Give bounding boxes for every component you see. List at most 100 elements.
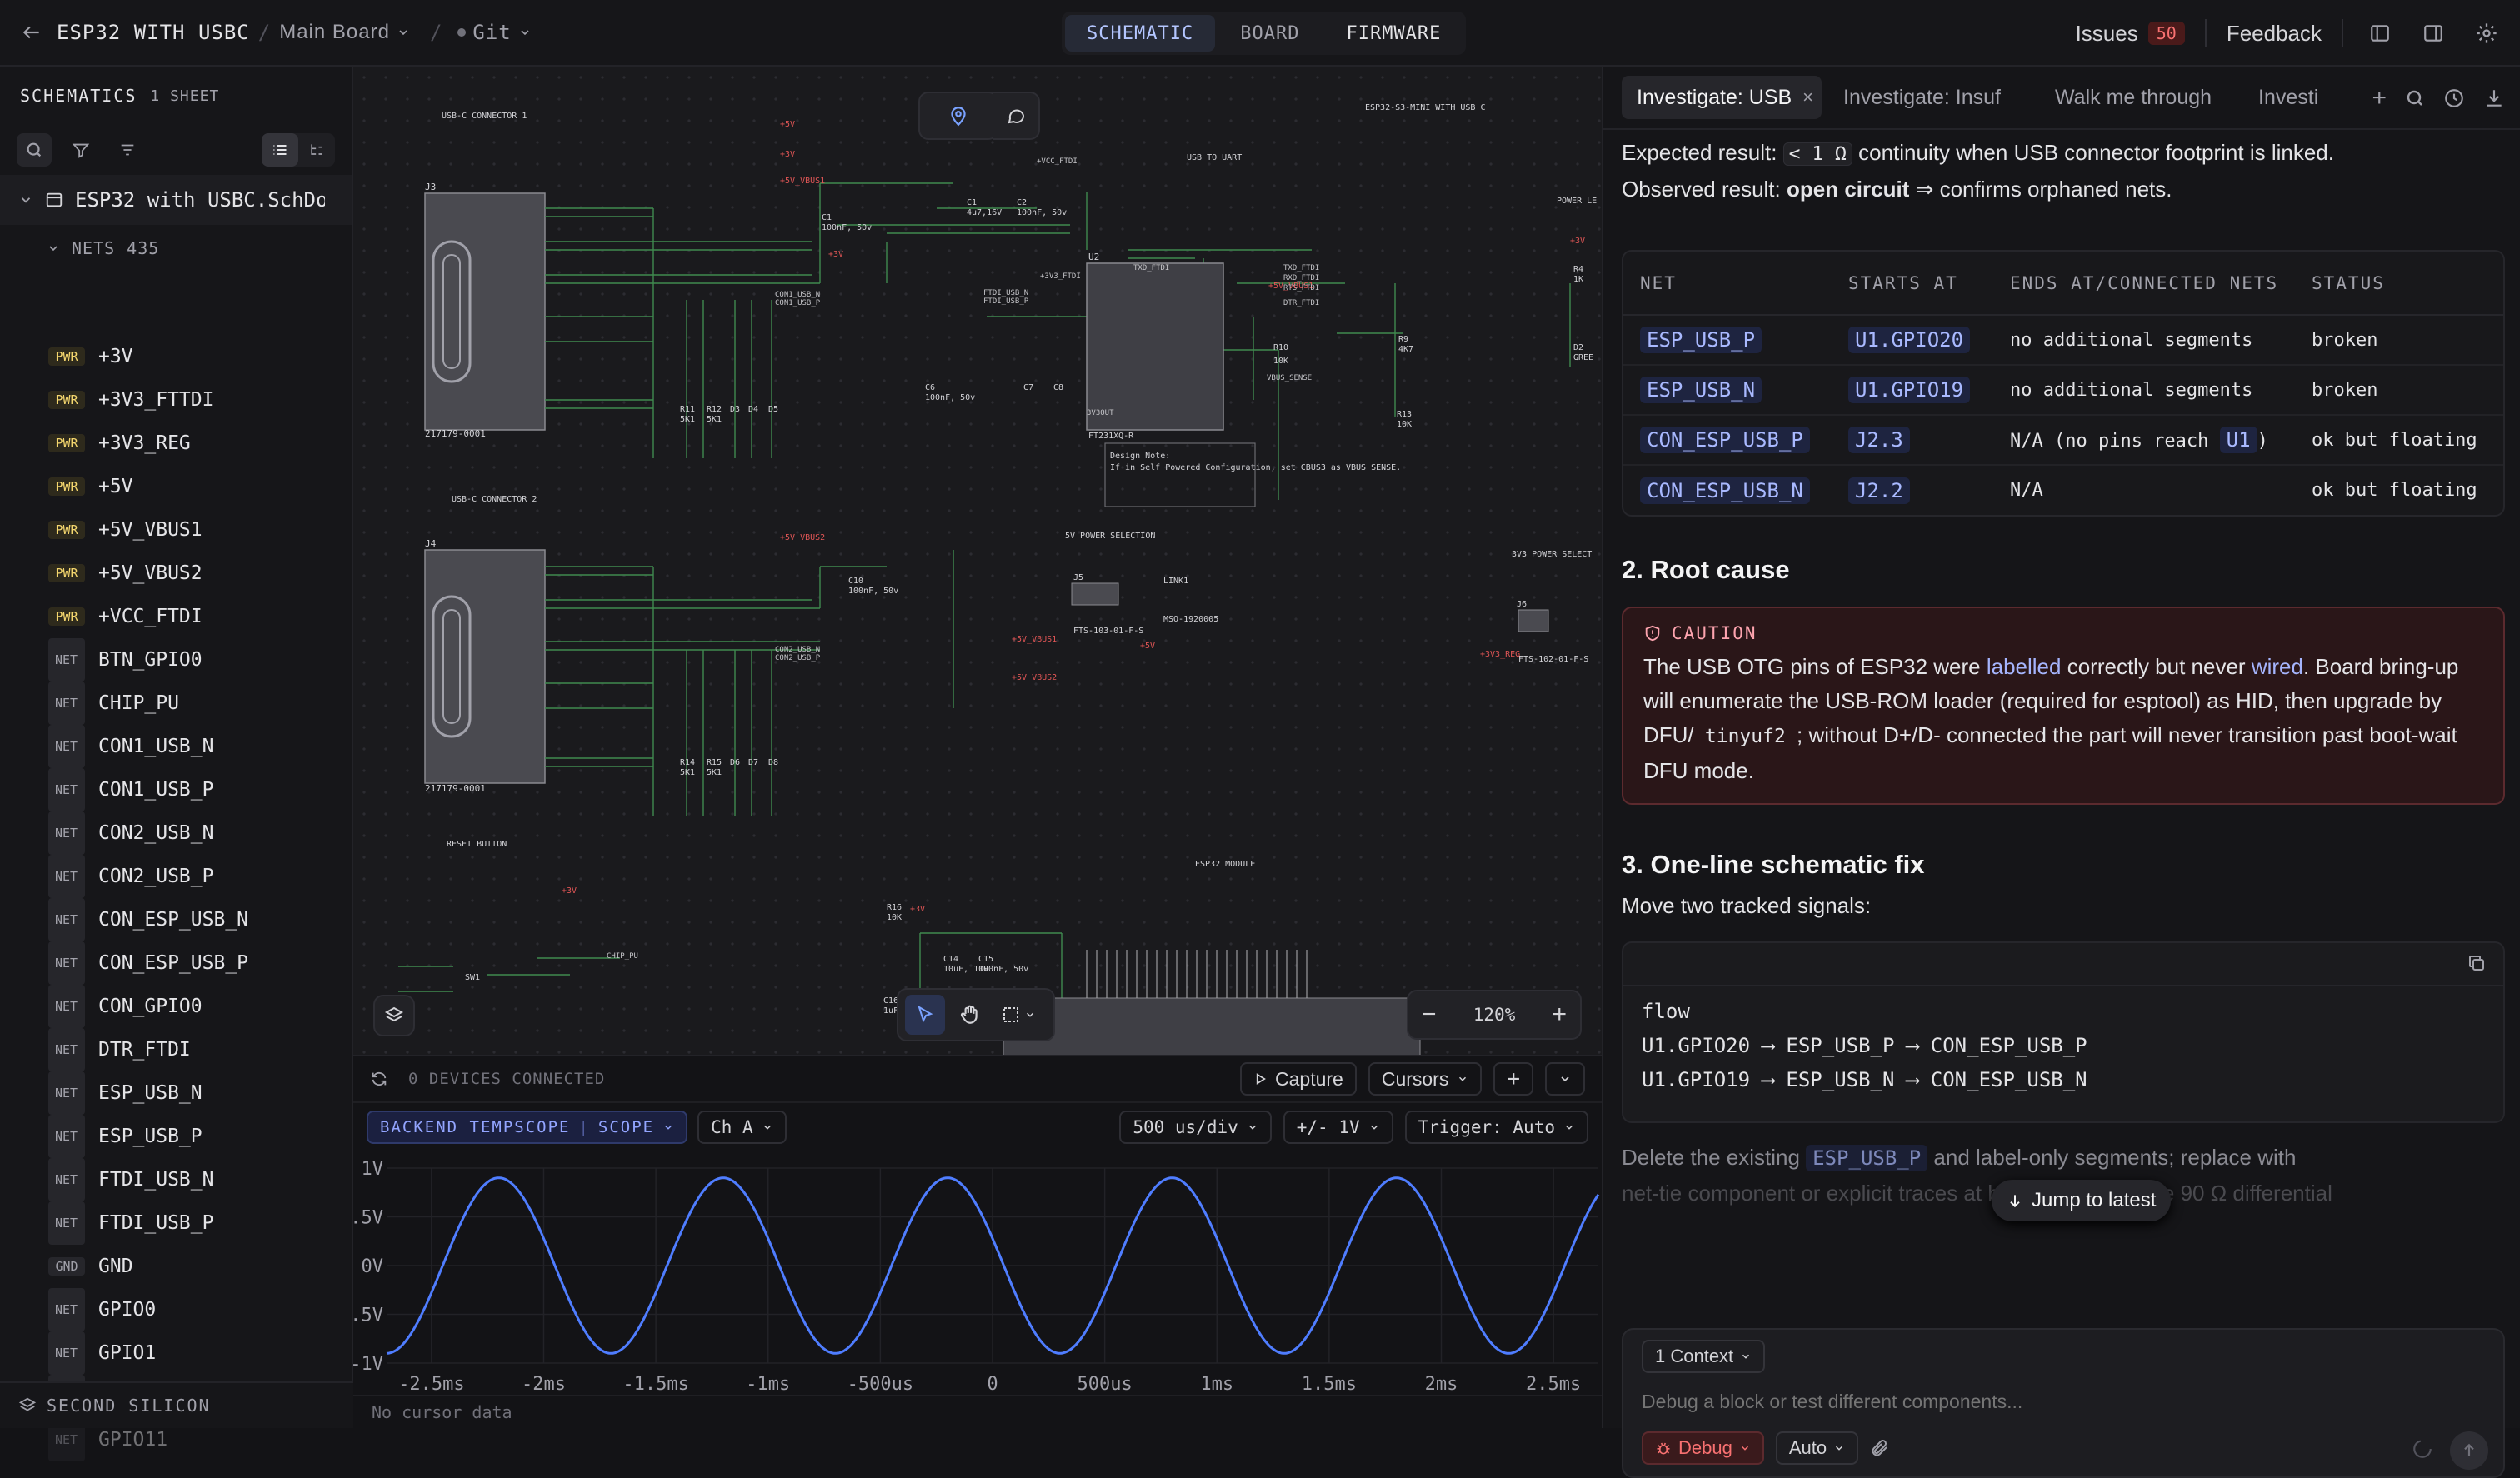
start-pin[interactable]: J2.2	[1848, 477, 1910, 504]
net-list-item[interactable]: PWR +5V_VBUS1	[0, 508, 353, 552]
new-tab-plus-icon[interactable]: +	[2372, 84, 2387, 112]
tree-view-button[interactable]	[298, 133, 335, 167]
net-list-item[interactable]: PWR +5V	[0, 465, 353, 508]
net-list-item[interactable]: NET CON1_USB_N	[0, 725, 353, 768]
add-channel-button[interactable]: +	[1493, 1062, 1533, 1096]
capture-button[interactable]: Capture	[1240, 1062, 1357, 1096]
net-list-item[interactable]: NET GPIO0	[0, 1288, 353, 1331]
net-list-item[interactable]: PWR +3V	[0, 335, 353, 378]
scope-waveform-chart[interactable]: 1V 0.5V 0V -0.5V -1V -2.5ms -2ms -1.5ms -1ms -500…	[353, 1151, 1602, 1396]
svg-text:CON1_USB_N: CON1_USB_N	[775, 291, 820, 299]
net-list-item[interactable]: NET GPIO1	[0, 1331, 353, 1375]
net-list-item[interactable]: NET CON2_USB_P	[0, 855, 353, 898]
net-name[interactable]: ESP_USB_P	[1640, 327, 1762, 353]
project-name[interactable]: ESP32 WITH USBC	[57, 21, 250, 44]
schematic-canvas[interactable]: USB-C CONNECTOR 1 J3 217179-0001 USB-C C…	[353, 67, 1602, 1055]
chip-u2-ftdi[interactable]	[1086, 262, 1224, 431]
debug-mode-selector[interactable]: Debug	[1642, 1431, 1764, 1465]
zoom-in-button[interactable]: +	[1552, 1001, 1567, 1029]
model-selector[interactable]: Auto	[1775, 1431, 1859, 1465]
context-selector[interactable]: 1 Context	[1642, 1340, 1766, 1373]
net-list-item[interactable]: NET CON2_USB_N	[0, 811, 353, 855]
net-list-item[interactable]: PWR +3V3_REG	[0, 422, 353, 465]
search-button[interactable]	[17, 133, 52, 167]
start-pin[interactable]: U1.GPIO19	[1848, 377, 1971, 403]
net-list-item[interactable]: NET CON_ESP_USB_N	[0, 898, 353, 941]
net-list-item[interactable]: NET CON_GPIO0	[0, 985, 353, 1028]
net-list-item[interactable]: NET ESP_USB_P	[0, 1115, 353, 1158]
copy-icon[interactable]	[2467, 953, 2487, 973]
feedback-button[interactable]: Feedback	[2227, 21, 2322, 47]
start-pin[interactable]: J2.3	[1848, 427, 1910, 453]
sort-button[interactable]	[110, 133, 145, 167]
git-selector[interactable]: Git	[458, 21, 531, 44]
zoom-out-button[interactable]: −	[1422, 1001, 1437, 1029]
net-list-item[interactable]: PWR +3V3_FTTDI	[0, 378, 353, 422]
net-list-item[interactable]: NET CON1_USB_P	[0, 768, 353, 811]
backend-selector[interactable]: BACKEND TEMPSCOPE | SCOPE	[367, 1111, 688, 1144]
back-arrow-icon[interactable]	[15, 16, 48, 49]
trigger-selector[interactable]: Trigger: Auto	[1404, 1111, 1588, 1144]
collapse-scope-button[interactable]	[1545, 1062, 1585, 1096]
net-name[interactable]: ESP_USB_N	[1640, 377, 1762, 403]
net-list-item[interactable]: NET ESP_USB_N	[0, 1071, 353, 1115]
start-pin[interactable]: U1.GPIO20	[1848, 327, 1971, 353]
history-clock-icon[interactable]	[2443, 87, 2465, 109]
list-view-button[interactable]	[262, 133, 298, 167]
left-panel-toggle-icon[interactable]	[2363, 17, 2397, 50]
select-tool-button[interactable]	[905, 995, 945, 1035]
net-list-item[interactable]: NET FTDI_USB_P	[0, 1201, 353, 1245]
net-name[interactable]: CON_ESP_USB_N	[1640, 477, 1810, 504]
ends-code[interactable]: U1	[2219, 427, 2258, 453]
filter-button[interactable]	[63, 133, 98, 167]
search-icon[interactable]	[2405, 88, 2425, 108]
issues-button[interactable]: Issues 50	[2076, 21, 2185, 47]
tab-schematic[interactable]: SCHEMATIC	[1065, 15, 1216, 52]
prompt-input[interactable]	[1642, 1385, 2475, 1418]
marquee-tool-button[interactable]	[995, 995, 1042, 1035]
net-list-item[interactable]: NET CHIP_PU	[0, 682, 353, 725]
net-list-item[interactable]: PWR +VCC_FTDI	[0, 595, 353, 638]
svg-text:+3V: +3V	[780, 150, 795, 159]
send-button[interactable]	[2450, 1431, 2488, 1470]
label-esp32-s3-mini: ESP32-S3-MINI WITH USB C	[1365, 103, 1486, 112]
paperclip-icon[interactable]	[1870, 1438, 1890, 1458]
comment-icon[interactable]	[1006, 106, 1026, 126]
brand-name: SECOND SILICON	[47, 1396, 211, 1416]
refresh-icon[interactable]	[370, 1070, 388, 1088]
tab-walk-me-through[interactable]: Walk me through	[2040, 76, 2237, 119]
right-panel-toggle-icon[interactable]	[2417, 17, 2450, 50]
range-selector[interactable]: +/- 1V	[1282, 1111, 1393, 1144]
pan-tool-button[interactable]	[953, 995, 987, 1035]
location-pin-icon[interactable]	[948, 105, 969, 127]
net-list-item[interactable]: PWR +5V_VBUS2	[0, 552, 353, 595]
close-icon[interactable]: ×	[1802, 87, 1813, 108]
timebase-selector[interactable]: 500 us/div	[1119, 1111, 1272, 1144]
ends-at: no additional segments	[1993, 315, 2295, 366]
schematic-file-row[interactable]: ESP32 with USBC.SchDoc	[0, 175, 352, 225]
download-icon[interactable]	[2483, 87, 2505, 109]
tab-board[interactable]: BOARD	[1218, 15, 1321, 52]
layers-button[interactable]	[373, 995, 415, 1036]
esp32-module[interactable]	[1002, 997, 1421, 1055]
cursors-dropdown[interactable]: Cursors	[1368, 1062, 1482, 1096]
jumper-j6[interactable]	[1518, 609, 1549, 632]
net-list-item[interactable]: NET DTR_FTDI	[0, 1028, 353, 1071]
ends-post: )	[2257, 431, 2268, 452]
tab-investigate-usb[interactable]: Investigate: USB ×	[1622, 76, 1822, 119]
tab-investigate-more[interactable]: Investi	[2243, 76, 2330, 119]
net-list-item[interactable]: NET BTN_GPIO0	[0, 638, 353, 682]
net-list-item[interactable]: NET FTDI_USB_N	[0, 1158, 353, 1201]
jumper-j5[interactable]	[1071, 582, 1119, 606]
net-name[interactable]: CON_ESP_USB_P	[1640, 427, 1810, 453]
net-list-item[interactable]: NET CON_ESP_USB_P	[0, 941, 353, 985]
jump-to-latest-button[interactable]: Jump to latest	[1992, 1180, 2172, 1221]
nets-group-row[interactable]: NETS 435	[0, 225, 352, 272]
net-list-item[interactable]: GND GND	[0, 1245, 353, 1288]
net-type-badge: PWR	[48, 434, 85, 452]
gear-icon[interactable]	[2470, 17, 2503, 50]
tab-investigate-insuf[interactable]: Investigate: Insuf	[1828, 76, 2033, 119]
tab-firmware[interactable]: FIRMWARE	[1324, 15, 1462, 52]
board-selector[interactable]: Main Board	[279, 21, 410, 44]
channel-selector[interactable]: Ch A	[698, 1111, 787, 1144]
